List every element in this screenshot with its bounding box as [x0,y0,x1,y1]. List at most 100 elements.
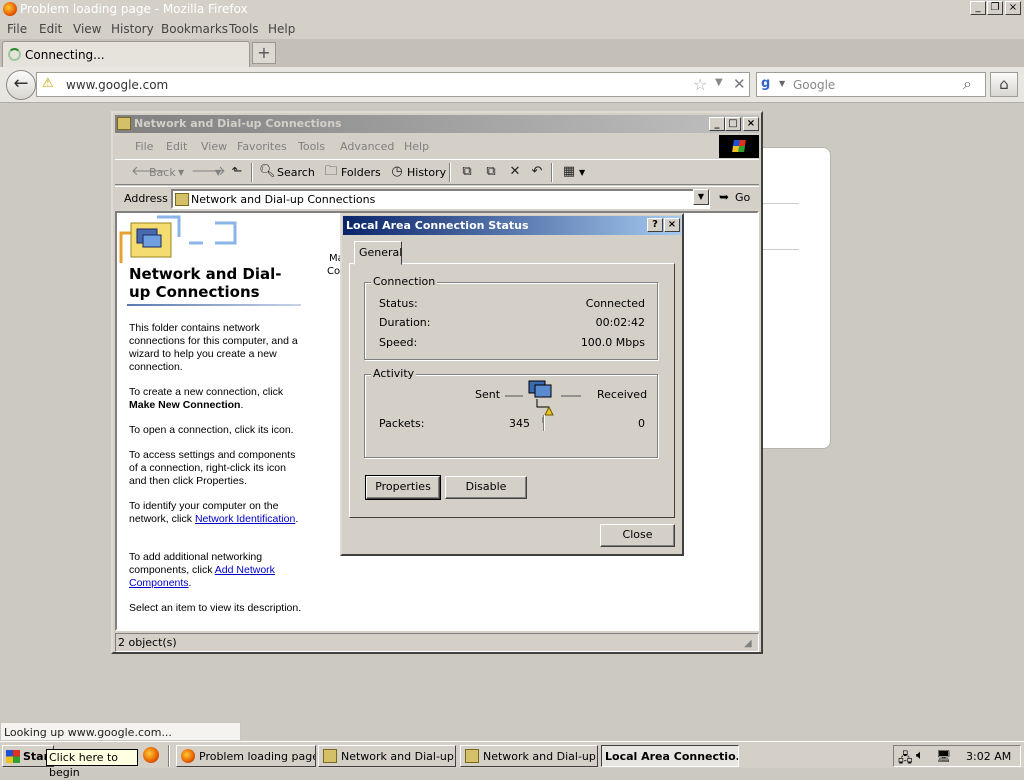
back-arrow-icon: 🡐 [131,164,166,179]
menu-history[interactable]: History [111,22,154,36]
back-button[interactable]: ← [6,70,36,100]
move-to-icon[interactable]: ⧉ [459,164,475,180]
google-engine-icon[interactable]: g [761,76,777,92]
up-folder-icon[interactable]: ⬑ [229,164,245,180]
clock[interactable]: 3:02 AM [966,750,1011,763]
search-icon[interactable]: ⌕ [963,74,972,94]
packets-label: Packets: [379,417,425,430]
explorer-maximize-button[interactable]: □ [725,117,741,131]
firefox-quicklaunch-icon[interactable] [143,747,159,763]
menu-edit[interactable]: Edit [39,22,62,36]
stop-icon[interactable]: ✕ [733,75,746,93]
ex-history-button[interactable]: History [407,166,446,179]
dialog-help-button[interactable]: ? [647,218,663,232]
minimize-button[interactable]: _ [970,1,986,15]
status-label: Status: [379,297,418,310]
engine-dropdown-icon[interactable]: ▼ [779,79,785,88]
go-button[interactable]: Go [735,191,750,204]
menu-view[interactable]: View [73,22,101,36]
explorer-minimize-button[interactable]: _ [709,117,725,131]
menu-bookmarks[interactable]: Bookmarks [161,22,228,36]
explorer-title-bar: Network and Dial-up Connections _ □ × [115,115,759,133]
dialog-title: Local Area Connection Status [346,219,529,232]
network-identification-link[interactable]: Network Identification [195,513,295,525]
resize-grip-icon[interactable]: ◢ [744,638,752,649]
ex-back-button[interactable]: Back [149,166,176,179]
ex-menu-file[interactable]: File [135,140,153,153]
disable-button[interactable]: Disable [445,476,527,499]
explorer-status-bar: 2 object(s) ◢ [115,633,759,652]
address-dropdown-icon[interactable]: ▼ [693,189,709,205]
address-field[interactable]: Network and Dial-up Connections [171,189,710,209]
received-label: Received [597,388,648,401]
ex-menu-advanced[interactable]: Advanced [340,140,394,153]
url-history-dropdown-icon[interactable]: ▼ [715,77,723,88]
menu-tools[interactable]: Tools [229,22,259,36]
add-components-text: To add additional networking components,… [129,551,275,589]
bookmark-star-icon[interactable]: ☆ [693,75,707,94]
task-network-connections-2[interactable]: Network and Dial-up ... [460,745,598,767]
back-dropdown-icon[interactable]: ▼ [178,168,184,177]
menu-file[interactable]: File [7,22,27,36]
new-tab-button[interactable]: + [252,42,276,64]
activity-group: Activity Sent Received Packets: 345 0 [364,367,658,458]
network-folder-icon [175,193,189,206]
heading-divider [127,304,301,306]
network-folder-banner-icon [119,215,237,263]
home-button[interactable]: ⌂ [990,72,1018,97]
close-button[interactable]: Close [600,524,675,547]
sent-label: Sent [475,388,501,401]
connection-tray-icon[interactable]: 🖥︎ [936,749,951,763]
activity-legend: Activity [371,367,417,380]
views-dropdown-icon[interactable]: ▼ [579,168,585,177]
status-value: Connected [585,297,645,310]
tab-general[interactable]: General [354,241,402,265]
explorer-close-button[interactable]: × [743,117,759,131]
background-page-card [762,147,831,449]
delete-icon[interactable]: ✕ [507,164,523,180]
make-new-connection-text: Make New Connection [129,399,241,411]
local-connection-icon-label[interactable]: Co [327,266,340,277]
copy-to-icon[interactable]: ⧉ [483,164,499,180]
packets-received-value: 0 [638,417,645,430]
ex-menu-tools[interactable]: Tools [298,140,325,153]
pane-description: This folder contains network connections… [129,322,298,373]
ex-menu-edit[interactable]: Edit [166,140,187,153]
dialog-title-bar: Local Area Connection Status ? × [343,216,681,235]
settings-text: To access settings and components of a c… [129,449,296,487]
navigation-toolbar: ← ⚠ www.google.com ☆ ▼ ✕ g ▼ Google ⌕ ⌂ [0,67,1024,103]
menu-help[interactable]: Help [268,22,295,36]
create-connection-text: To create a new connection, click Make N… [129,386,284,411]
tab-label: Connecting... [25,48,105,62]
ex-search-button[interactable]: Search [277,166,315,179]
forward-dropdown-icon[interactable]: ▼ [215,168,221,177]
undo-icon[interactable]: ↶ [529,164,545,180]
address-bar: Address Network and Dial-up Connections … [115,186,759,210]
url-bar[interactable]: ⚠ www.google.com ☆ ▼ ✕ [36,72,750,97]
firefox-window-title: Problem loading page - Mozilla Firefox [20,2,248,16]
tab-strip: Connecting... + [0,39,1024,67]
windows-throbber [719,135,759,158]
ex-folders-button[interactable]: Folders [341,166,381,179]
identify-text: To identify your computer on the network… [129,500,299,525]
start-tooltip: Click here to begin [46,749,138,779]
firefox-status-bar: Looking up www.google.com... [0,722,241,741]
ex-menu-view[interactable]: View [201,140,227,153]
task-firefox[interactable]: Problem loading page... [176,745,316,767]
ex-menu-favorites[interactable]: Favorites [237,140,287,153]
close-button[interactable]: × [1005,1,1021,15]
task-network-connections-1[interactable]: Network and Dial-up ... [318,745,456,767]
search-box[interactable]: g ▼ Google ⌕ [756,72,986,97]
dialog-close-x-button[interactable]: × [664,218,680,232]
volume-icon[interactable]: 🔈︎ [916,748,924,763]
tab-connecting[interactable]: Connecting... [2,41,250,67]
properties-button[interactable]: Properties [365,475,441,500]
task-local-area-connection[interactable]: Local Area Connectio... [601,745,739,767]
views-icon[interactable]: ▦ [561,164,577,180]
ex-menu-help[interactable]: Help [404,140,429,153]
explorer-title: Network and Dial-up Connections [134,117,342,130]
ex-forward-button[interactable]: 🡒 [191,164,226,180]
restore-button[interactable]: ❐ [987,1,1003,15]
taskbar: Start Click here to begin Problem loadin… [0,741,1024,779]
go-arrow-icon: ➥ [719,190,730,204]
